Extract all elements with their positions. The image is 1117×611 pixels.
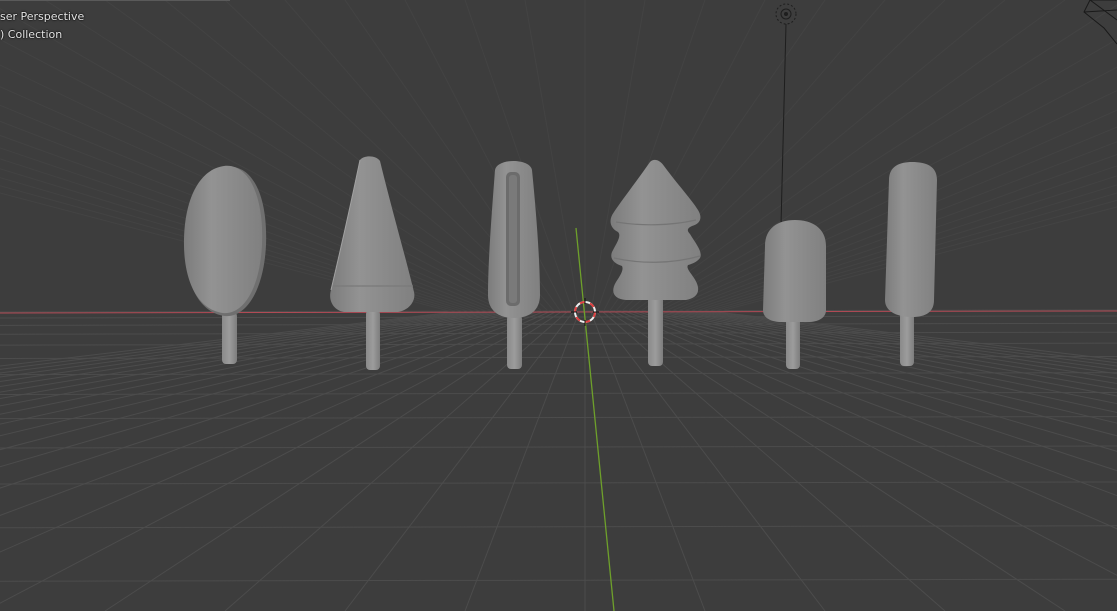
grid-line-horizontal	[0, 525, 1117, 529]
grid-line-horizontal	[0, 578, 1117, 582]
popsicle-tree[interactable]	[610, 159, 701, 366]
y-axis-line	[575, 227, 615, 611]
grid-line-horizontal	[0, 315, 1117, 319]
active-collection-label: ) Collection	[0, 28, 63, 41]
grid-line-radial	[0, 311, 484, 388]
grid-line-radial	[0, 311, 556, 604]
grid-line-horizontal	[0, 445, 1117, 449]
popsicle-triangle[interactable]	[330, 156, 415, 370]
grid-line-horizontal	[0, 391, 1117, 395]
header-edge	[0, 0, 230, 1]
grid-line-horizontal	[0, 331, 1117, 335]
grid-line-upper	[638, 4, 1117, 313]
grid-line-horizontal	[0, 481, 1117, 485]
grid-line-upper	[104, 0, 538, 313]
camera-object[interactable]	[1083, 0, 1117, 45]
3d-viewport[interactable]: ser Perspective ) Collection	[0, 0, 1117, 611]
grid-line-horizontal	[0, 322, 1117, 326]
popsicle-tall[interactable]	[885, 162, 937, 366]
viewport-scene[interactable]	[0, 0, 1117, 611]
grid-line-upper	[632, 0, 1066, 313]
floor-grid	[0, 0, 1117, 611]
popsicle-slim[interactable]	[488, 161, 540, 369]
view-perspective-label: ser Perspective	[0, 10, 85, 23]
